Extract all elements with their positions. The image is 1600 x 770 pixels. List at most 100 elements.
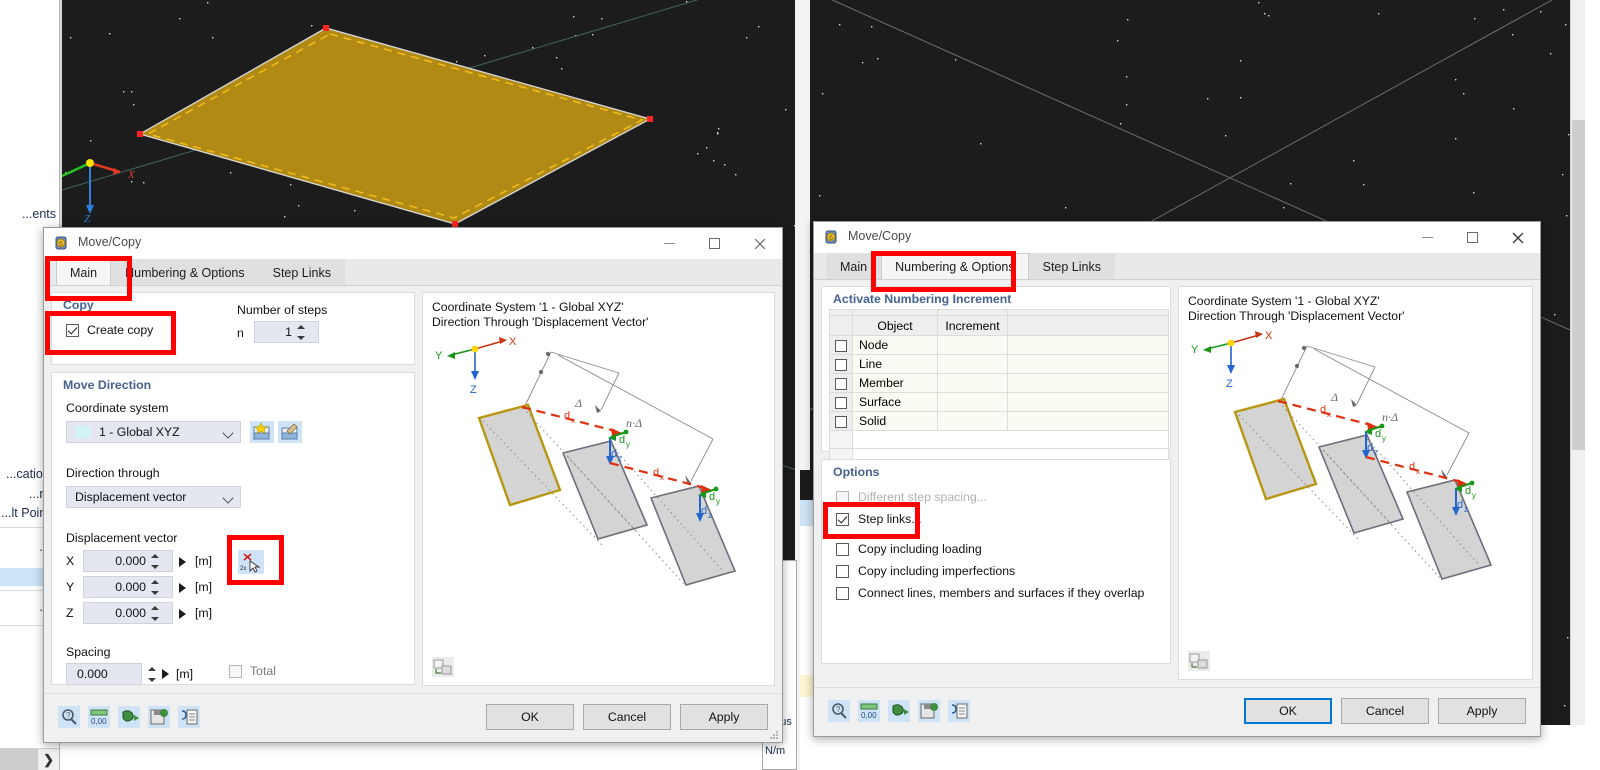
- table-row[interactable]: Surface: [829, 392, 1169, 412]
- numbering-increment-table[interactable]: Object Increment Node Line Member Surface So…: [829, 309, 1169, 467]
- footer-buttons-left[interactable]: OK Cancel Apply: [486, 704, 768, 730]
- move-copy-dialog-main[interactable]: 6 Move/Copy Main Numbering & Options Ste…: [43, 227, 783, 743]
- displacement-x-input[interactable]: 0.000: [83, 550, 186, 572]
- edit-coordinate-system-icon[interactable]: [278, 421, 302, 443]
- dialog-titlebar-left[interactable]: 6 Move/Copy: [44, 228, 782, 259]
- create-copy-row[interactable]: Create copy: [66, 323, 153, 337]
- tab-numbering-options-right[interactable]: Numbering & Options: [881, 253, 1029, 279]
- row-checkbox-solid[interactable]: [835, 415, 847, 428]
- ok-button-right[interactable]: OK: [1244, 698, 1332, 724]
- dialog-tabs-right[interactable]: Main Numbering & Options Step Links: [814, 253, 1540, 280]
- total-row[interactable]: Total: [229, 664, 276, 678]
- settings-icon[interactable]: [118, 706, 140, 728]
- move-copy-dialog-numbering[interactable]: 6 Move/Copy Main Numbering & Options Ste…: [813, 221, 1541, 737]
- table-row[interactable]: Member: [829, 373, 1169, 393]
- resize-grip-left[interactable]: [769, 730, 779, 740]
- displacement-z-stepper[interactable]: [151, 605, 160, 622]
- table-row[interactable]: Node: [829, 335, 1169, 355]
- viewport-scrollbar[interactable]: [1570, 0, 1585, 725]
- footer-buttons-right[interactable]: OK Cancel Apply: [1244, 698, 1526, 724]
- maximize-icon[interactable]: [692, 228, 737, 259]
- save-icon[interactable]: [148, 706, 170, 728]
- close-icon[interactable]: [737, 228, 782, 259]
- row-checkbox-surface[interactable]: [835, 396, 847, 409]
- spacing-stepper[interactable]: [148, 666, 157, 683]
- displacement-y-input[interactable]: 0.000: [83, 576, 186, 598]
- row-increment-cell[interactable]: [937, 411, 1008, 431]
- table-row[interactable]: Line: [829, 354, 1169, 374]
- tab-main-left[interactable]: Main: [56, 259, 112, 285]
- total-checkbox[interactable]: [229, 664, 242, 678]
- row-checkbox-cell[interactable]: [829, 335, 853, 355]
- row-increment-cell[interactable]: [937, 392, 1008, 412]
- tab-numbering-options-left[interactable]: Numbering & Options: [111, 259, 259, 285]
- coordinate-system-select[interactable]: 1 - Global XYZ: [66, 421, 241, 443]
- cancel-button-right[interactable]: Cancel: [1341, 698, 1429, 724]
- preview-settings-icon[interactable]: [1188, 651, 1210, 671]
- spacing-expand-icon[interactable]: [162, 669, 169, 679]
- tab-step-links-right[interactable]: Step Links: [1028, 253, 1115, 279]
- option-checkbox-4[interactable]: [836, 586, 849, 600]
- displacement-y-stepper[interactable]: [151, 579, 160, 596]
- row-increment-cell[interactable]: [937, 335, 1008, 355]
- chevron-down-icon[interactable]: [108, 671, 115, 678]
- dialog-titlebar-right[interactable]: 6 Move/Copy: [814, 222, 1540, 253]
- units-icon[interactable]: 0,00: [88, 706, 110, 728]
- row-checkbox-member[interactable]: [835, 377, 847, 390]
- row-increment-cell[interactable]: [937, 373, 1008, 393]
- viewport-scrollbar-thumb[interactable]: [1572, 120, 1585, 450]
- option-checkbox-0[interactable]: [836, 490, 849, 504]
- number-of-steps-input[interactable]: 1: [254, 321, 319, 343]
- option-row-0[interactable]: Different step spacing...: [836, 490, 987, 504]
- dialog-tabs-left[interactable]: Main Numbering & Options Step Links: [44, 259, 782, 286]
- row-checkbox-node[interactable]: [835, 339, 847, 352]
- option-checkbox-2[interactable]: [836, 542, 849, 556]
- tab-main-right[interactable]: Main: [826, 253, 882, 279]
- help-icon[interactable]: ?: [58, 706, 80, 728]
- row-checkbox-cell[interactable]: [829, 354, 853, 374]
- navigator-tabbar[interactable]: ❯: [0, 748, 59, 770]
- row-checkbox-cell[interactable]: [829, 411, 853, 431]
- row-increment-cell[interactable]: [937, 354, 1008, 374]
- minimize-icon[interactable]: [1405, 222, 1450, 253]
- option-row-3[interactable]: Copy including imperfections: [836, 564, 1015, 578]
- apply-button-right[interactable]: Apply: [1438, 698, 1526, 724]
- footer-toolbar-left[interactable]: ? 0,00: [58, 706, 200, 728]
- row-checkbox-cell[interactable]: [829, 392, 853, 412]
- preview-settings-icon[interactable]: [432, 657, 454, 677]
- minimize-icon[interactable]: [647, 228, 692, 259]
- report-icon[interactable]: [178, 706, 200, 728]
- chevron-right-icon[interactable]: ❯: [43, 752, 54, 768]
- pick-two-points-icon[interactable]: 2x: [238, 550, 264, 574]
- table-row[interactable]: Solid: [829, 411, 1169, 431]
- units-icon[interactable]: 0,00: [858, 700, 880, 722]
- row-checkbox-line[interactable]: [835, 358, 847, 371]
- option-checkbox-3[interactable]: [836, 564, 849, 578]
- option-checkbox-1[interactable]: [836, 512, 849, 526]
- help-icon[interactable]: ?: [828, 700, 850, 722]
- number-of-steps-stepper[interactable]: [297, 324, 306, 341]
- cancel-button-left[interactable]: Cancel: [583, 704, 671, 730]
- row-checkbox-cell[interactable]: [829, 373, 853, 393]
- chevron-down-icon[interactable]: [222, 492, 234, 504]
- displacement-x-stepper[interactable]: [151, 553, 160, 570]
- option-row-1[interactable]: Step links...: [836, 512, 922, 526]
- tab-step-links-left[interactable]: Step Links: [258, 259, 345, 285]
- new-coordinate-system-icon[interactable]: [250, 421, 274, 443]
- footer-toolbar-right[interactable]: ? 0,00: [828, 700, 970, 722]
- preview-panel-right[interactable]: Coordinate System '1 - Global XYZ' Direc…: [1178, 286, 1533, 680]
- ok-button-left[interactable]: OK: [486, 704, 574, 730]
- option-row-4[interactable]: Connect lines, members and surfaces if t…: [836, 586, 1144, 600]
- save-icon[interactable]: [918, 700, 940, 722]
- apply-button-left[interactable]: Apply: [680, 704, 768, 730]
- navigator-item-0[interactable]: ...ents: [22, 207, 56, 221]
- displacement-z-input[interactable]: 0.000: [83, 602, 186, 624]
- direction-through-select[interactable]: Displacement vector: [66, 486, 241, 508]
- displacement-y-expand-icon[interactable]: [179, 583, 186, 593]
- navigator-tab[interactable]: [0, 749, 38, 770]
- displacement-x-expand-icon[interactable]: [179, 557, 186, 567]
- chevron-down-icon[interactable]: [222, 427, 234, 439]
- close-icon[interactable]: [1495, 222, 1540, 253]
- preview-panel-left[interactable]: Coordinate System '1 - Global XYZ' Direc…: [422, 292, 775, 686]
- report-icon[interactable]: [948, 700, 970, 722]
